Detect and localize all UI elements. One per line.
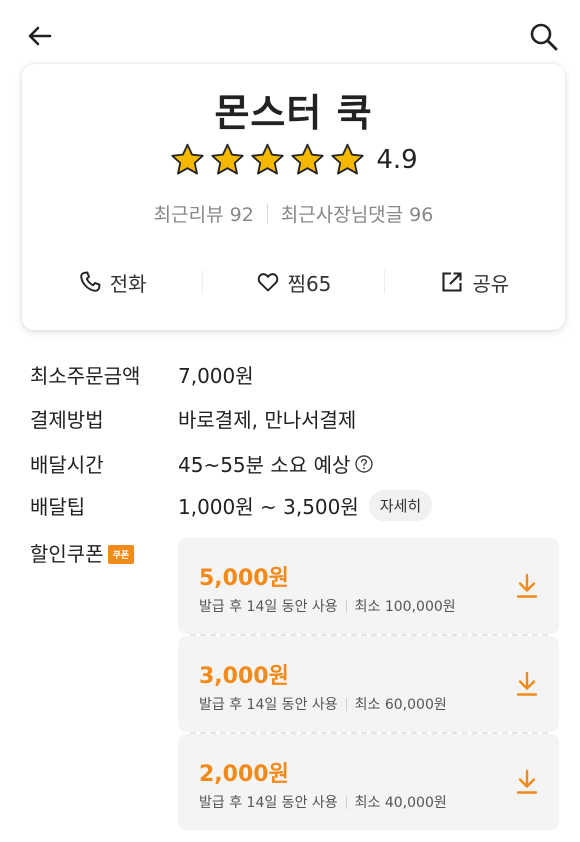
share-icon	[442, 272, 462, 292]
delivery-tip-row: 배달팁 1,000원 ~ 3,500원 자세히	[30, 490, 433, 521]
coupon-amount: 5,000원	[199, 566, 289, 591]
arrow-left-icon	[28, 26, 52, 46]
like-button[interactable]: 찜65	[203, 268, 383, 297]
store-name: 몬스터 쿡	[214, 91, 373, 135]
heart-icon	[257, 273, 278, 292]
phone-icon	[80, 271, 101, 292]
rating-value: 4.9	[376, 145, 418, 175]
coupon-period: 발급 후 14일 동안 사용	[199, 697, 338, 713]
divider	[345, 599, 347, 613]
payment-label: 결제방법	[30, 408, 104, 432]
star-icon	[211, 143, 245, 175]
coupon-label-wrap: 할인쿠폰 쿠폰	[30, 538, 178, 567]
store-card: 몬스터 쿡 4.9 최근리뷰 92 최근사장님댓글 96 전화 찜65 공유	[22, 64, 565, 330]
divider	[345, 697, 347, 711]
coupon-conditions: 발급 후 14일 동안 사용 최소 60,000원	[199, 694, 447, 714]
coupon-period: 발급 후 14일 동안 사용	[199, 599, 338, 615]
coupon-amount: 3,000원	[199, 664, 289, 689]
coupon-minimum: 최소 40,000원	[354, 795, 447, 811]
delivery-time-row: 배달시간 45~55분 소요 예상	[30, 449, 374, 478]
delivery-time-value-wrap: 45~55분 소요 예상	[178, 449, 374, 478]
star-icon	[331, 143, 365, 175]
divider	[266, 203, 268, 224]
star-icon	[291, 143, 325, 175]
top-bar	[0, 0, 580, 70]
delivery-time-value: 45~55분 소요 예상	[178, 453, 351, 477]
delivery-time-label: 배달시간	[30, 453, 104, 477]
recent-reviews-link[interactable]: 최근리뷰 92	[154, 200, 254, 227]
delivery-tip-value: 1,000원 ~ 3,500원	[178, 495, 359, 519]
call-button[interactable]: 전화	[22, 268, 202, 297]
share-button[interactable]: 공유	[385, 268, 565, 297]
share-label: 공유	[472, 271, 510, 296]
owner-replies-link[interactable]: 최근사장님댓글 96	[281, 200, 434, 227]
store-actions: 전화 찜65 공유	[22, 260, 565, 304]
min-order-value: 7,000원	[178, 364, 254, 388]
delivery-tip-label: 배달팁	[30, 495, 86, 519]
coupon-badge-icon: 쿠폰	[107, 545, 135, 564]
coupon-minimum: 최소 60,000원	[354, 697, 447, 713]
star-icon	[171, 143, 205, 175]
coupon-conditions: 발급 후 14일 동안 사용 최소 100,000원	[199, 596, 456, 616]
back-button[interactable]	[22, 20, 58, 56]
min-order-label: 최소주문금액	[30, 364, 141, 388]
payment-value: 바로결제, 만나서결제	[178, 408, 357, 432]
rating-row: 4.9	[22, 142, 565, 178]
divider	[345, 795, 347, 809]
delivery-tip-value-wrap: 1,000원 ~ 3,500원 자세히	[178, 490, 433, 521]
coupon-amount: 2,000원	[199, 762, 289, 787]
review-stats: 최근리뷰 92 최근사장님댓글 96	[22, 200, 565, 227]
question-circle-icon[interactable]	[354, 454, 374, 474]
coupon-card[interactable]: 3,000원 발급 후 14일 동안 사용 최소 60,000원	[178, 636, 559, 732]
coupon-row: 할인쿠폰 쿠폰	[30, 538, 178, 567]
coupon-minimum: 최소 100,000원	[354, 599, 456, 615]
coupon-card[interactable]: 2,000원 발급 후 14일 동안 사용 최소 40,000원	[178, 734, 559, 830]
download-icon[interactable]	[515, 572, 539, 600]
call-label: 전화	[109, 271, 147, 296]
search-icon	[530, 23, 558, 51]
star-icon	[251, 143, 285, 175]
download-icon[interactable]	[515, 670, 539, 698]
min-order-row: 최소주문금액 7,000원	[30, 360, 254, 389]
payment-row: 결제방법 바로결제, 만나서결제	[30, 404, 356, 433]
coupon-conditions: 발급 후 14일 동안 사용 최소 40,000원	[199, 792, 447, 812]
coupon-card[interactable]: 5,000원 발급 후 14일 동안 사용 최소 100,000원	[178, 538, 559, 634]
detail-button[interactable]: 자세히	[368, 490, 433, 521]
like-count: 찜65	[287, 271, 332, 296]
coupon-period: 발급 후 14일 동안 사용	[199, 795, 338, 811]
download-icon[interactable]	[515, 768, 539, 796]
search-button[interactable]	[526, 19, 562, 55]
coupon-label: 할인쿠폰	[30, 542, 104, 566]
